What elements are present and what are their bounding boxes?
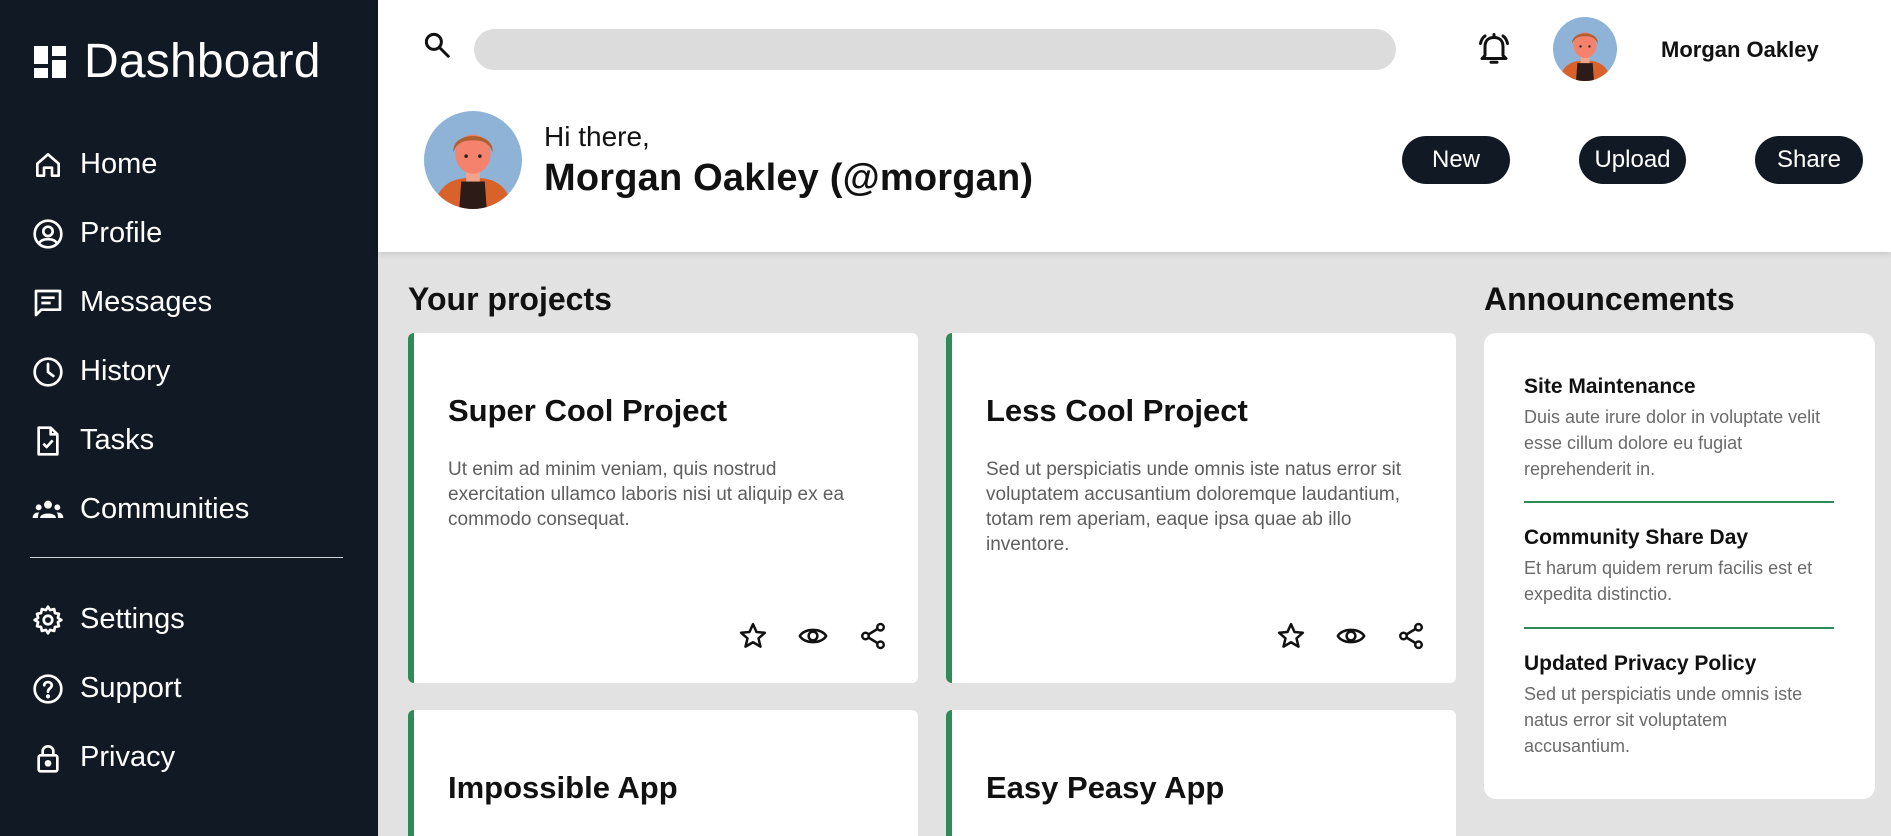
sidebar-item-support[interactable]: Support xyxy=(30,654,350,723)
upload-button[interactable]: Upload xyxy=(1579,136,1686,184)
sidebar-item-label: Home xyxy=(80,148,158,180)
announcement-item[interactable]: Community Share Day Et harum quidem reru… xyxy=(1524,526,1834,607)
project-title: Less Cool Project xyxy=(986,393,1248,428)
announcement-text: Sed ut perspiciatis unde omnis iste natu… xyxy=(1524,684,1803,756)
sidebar-item-tasks[interactable]: Tasks xyxy=(30,406,350,475)
sidebar-item-label: Communities xyxy=(80,493,250,525)
sidebar-item-label: Profile xyxy=(80,217,163,249)
sidebar-item-label: Tasks xyxy=(80,424,155,456)
project-title: Impossible App xyxy=(448,770,678,805)
new-button[interactable]: New xyxy=(1402,136,1510,184)
star-icon[interactable] xyxy=(736,619,770,653)
sidebar-item-label: Privacy xyxy=(80,741,176,773)
sidebar-item-communities[interactable]: Communities xyxy=(30,475,350,544)
sidebar-secondary-nav: Settings Support Privacy xyxy=(30,585,350,792)
eye-icon[interactable] xyxy=(1334,619,1368,653)
announcement-title: Updated Privacy Policy xyxy=(1524,652,1757,675)
sidebar-item-home[interactable]: Home xyxy=(30,130,350,199)
announcement-title: Community Share Day xyxy=(1524,526,1749,549)
history-icon xyxy=(30,354,66,390)
gear-icon xyxy=(30,602,66,638)
sidebar-item-privacy[interactable]: Privacy xyxy=(30,723,350,792)
announcement-text: Et harum quidem rerum facilis est et exp… xyxy=(1524,558,1813,604)
brand[interactable]: Dashboard xyxy=(34,34,321,89)
project-title: Easy Peasy App xyxy=(986,770,1225,805)
announcement-title: Site Maintenance xyxy=(1524,375,1696,398)
project-card[interactable]: Less Cool Project Sed ut perspiciatis un… xyxy=(946,333,1456,683)
project-title: Super Cool Project xyxy=(448,393,728,428)
share-icon[interactable] xyxy=(856,619,890,653)
avatar[interactable] xyxy=(1553,17,1617,81)
messages-icon xyxy=(30,285,66,321)
search-icon[interactable] xyxy=(422,30,452,60)
sidebar-item-label: Messages xyxy=(80,286,213,318)
home-icon xyxy=(30,147,66,183)
sidebar-item-label: Settings xyxy=(80,603,185,635)
bell-icon[interactable] xyxy=(1476,30,1512,66)
project-actions xyxy=(710,619,890,653)
project-description: Ut enim ad minim veniam, quis nostrud ex… xyxy=(448,459,845,530)
profile-icon xyxy=(30,216,66,252)
sidebar-item-profile[interactable]: Profile xyxy=(30,199,350,268)
announcements-heading: Announcements xyxy=(1484,281,1735,317)
help-icon xyxy=(30,671,66,707)
dashboard-icon xyxy=(34,45,66,78)
avatar-large xyxy=(424,111,522,209)
announcement-item[interactable]: Site Maintenance Duis aute irure dolor i… xyxy=(1524,375,1834,482)
sidebar-nav: Home Profile Messages History Tasks Comm… xyxy=(30,130,350,544)
share-icon[interactable] xyxy=(1394,619,1428,653)
project-actions xyxy=(1248,619,1428,653)
brand-title: Dashboard xyxy=(84,35,321,88)
project-card[interactable]: Easy Peasy App xyxy=(946,710,1456,836)
greeting: Hi there, xyxy=(544,121,650,152)
communities-icon xyxy=(30,492,66,528)
tasks-icon xyxy=(30,423,66,459)
share-button[interactable]: Share xyxy=(1755,136,1863,184)
sidebar-item-label: History xyxy=(80,355,171,387)
star-icon[interactable] xyxy=(1274,619,1308,653)
lock-icon xyxy=(30,740,66,776)
announcement-item[interactable]: Updated Privacy Policy Sed ut perspiciat… xyxy=(1524,652,1834,759)
eye-icon[interactable] xyxy=(796,619,830,653)
projects-heading: Your projects xyxy=(408,281,612,317)
sidebar-item-label: Support xyxy=(80,672,182,704)
project-description: Sed ut perspiciatis unde omnis iste natu… xyxy=(986,459,1402,555)
page-title: Morgan Oakley (@morgan) xyxy=(544,157,1034,199)
sidebar: Dashboard Home Profile Messages History xyxy=(0,0,378,836)
sidebar-item-settings[interactable]: Settings xyxy=(30,585,350,654)
announcements-panel: Site Maintenance Duis aute irure dolor i… xyxy=(1484,333,1875,799)
user-name[interactable]: Morgan Oakley xyxy=(1661,37,1819,63)
search-input[interactable] xyxy=(474,29,1396,70)
sidebar-item-messages[interactable]: Messages xyxy=(30,268,350,337)
announcement-divider xyxy=(1524,501,1834,503)
project-card[interactable]: Super Cool Project Ut enim ad minim veni… xyxy=(408,333,918,683)
announcement-divider xyxy=(1524,627,1834,629)
sidebar-divider xyxy=(30,557,343,558)
project-card[interactable]: Impossible App xyxy=(408,710,918,836)
header: Morgan Oakley Hi there, Morgan Oakley (@… xyxy=(378,0,1891,252)
sidebar-item-history[interactable]: History xyxy=(30,337,350,406)
announcement-text: Duis aute irure dolor in voluptate velit… xyxy=(1524,407,1821,479)
